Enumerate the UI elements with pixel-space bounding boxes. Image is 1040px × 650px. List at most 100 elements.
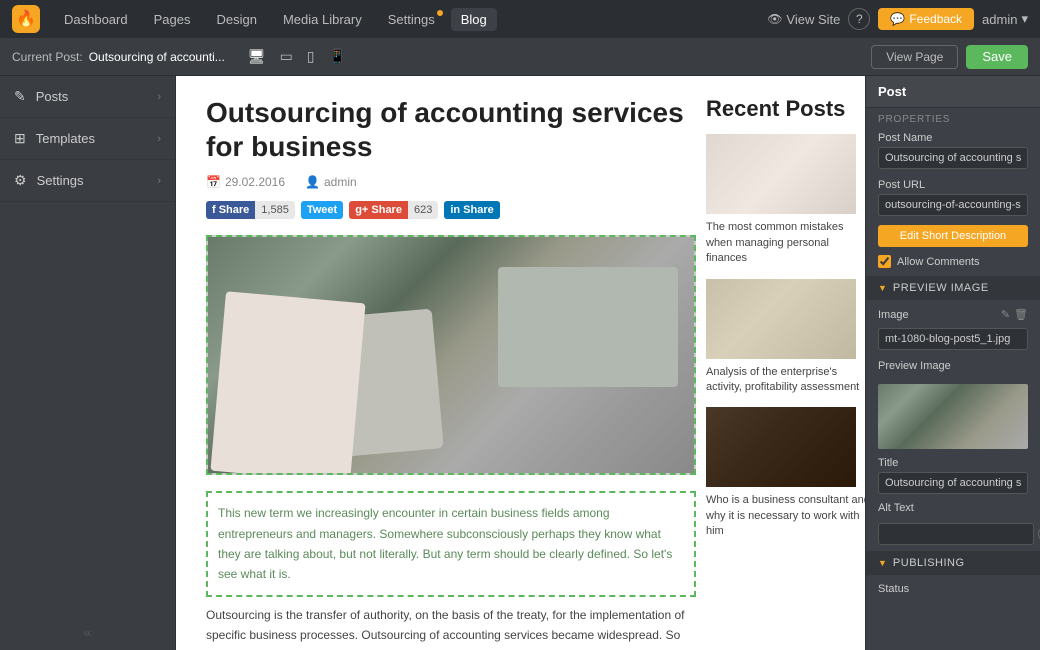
collapse-icon: « [84,624,92,640]
gp-count: 623 [408,201,438,219]
recent-post-text: Analysis of the enterprise's activity, p… [706,365,865,396]
recent-post-image [706,279,856,359]
alt-text-input[interactable] [878,523,1034,545]
twitter-share-button[interactable]: Tweet [301,201,343,219]
tablet-landscape-icon[interactable]: ▭ [277,45,296,68]
alt-text-label: Alt Text [878,502,1028,514]
chevron-right-icon: › [157,91,161,103]
preview-image-toggle[interactable]: ▼ PREVIEW IMAGE [866,276,1040,300]
user-icon: 👤 [305,175,320,189]
sidebar-item-posts[interactable]: ✎ Posts › [0,76,175,118]
publishing-label: PUBLISHING [893,557,965,569]
eye-icon: 👁 [767,12,782,26]
mobile-icon[interactable]: 📱 [326,45,349,68]
right-properties-panel: Post PROPERTIES Post Name Post URL Edit … [865,76,1040,650]
li-label: in Share [444,201,499,219]
templates-icon: ⊞ [14,130,26,147]
tw-label: Tweet [301,201,343,219]
preview-image-thumbnail [878,384,1028,449]
panel-header: Post [866,76,1040,108]
blog-intro-text: This new term we increasingly encounter … [206,491,696,597]
nav-blog[interactable]: Blog [451,8,497,31]
recent-post-text: The most common mistakes when managing p… [706,220,865,266]
edit-image-icon[interactable]: ✎ [1001,308,1010,321]
allow-comments-checkbox[interactable] [878,255,891,268]
edit-short-description-button[interactable]: Edit Short Description [878,225,1028,247]
current-post-title: Outsourcing of accounti... [89,50,225,64]
post-url-label: Post URL [878,179,1028,191]
view-site-button[interactable]: 👁 View Site [767,12,840,27]
device-icons: 🖥 ▭ ▯ 📱 [245,45,349,68]
gp-label: g+ Share [349,201,408,219]
nav-media-library[interactable]: Media Library [273,8,372,31]
facebook-share-button[interactable]: f Share 1,585 [206,201,295,219]
sidebar-item-settings[interactable]: ⚙ Settings › [0,160,175,202]
linkedin-share-button[interactable]: in Share [444,201,499,219]
desktop-icon[interactable]: 🖥 [245,45,269,68]
image-label-row: Image ✎ 🗑 [866,304,1040,323]
alt-text-input-row: ? [866,521,1040,547]
collapse-sidebar-button[interactable]: « [0,614,175,650]
blog-featured-image [206,235,696,475]
list-item: Who is a business consultant and why it … [706,407,865,539]
allow-comments-row: Allow Comments [866,251,1040,272]
chevron-right-icon: › [157,175,161,187]
posts-icon: ✎ [14,88,26,105]
preview-image-section: ▼ PREVIEW IMAGE [866,276,1040,300]
delete-image-icon[interactable]: 🗑 [1014,308,1028,321]
nav-settings[interactable]: Settings [378,8,445,31]
view-page-button[interactable]: View Page [871,45,958,69]
social-share-buttons: f Share 1,585 Tweet g+ Share 623 in Shar… [206,201,696,219]
recent-post-image [706,134,856,214]
sub-navigation: Current Post: Outsourcing of accounti...… [0,38,1040,76]
sidebar-item-label: Posts [36,89,158,104]
notebook-visual [210,291,365,475]
post-name-label: Post Name [878,132,1028,144]
title-input[interactable] [878,472,1028,494]
blog-date: 📅 29.02.2016 [206,175,285,189]
sidebar-item-label: Templates [36,131,158,146]
chevron-right-icon: › [157,133,161,145]
preview-image-label-row: Preview Image [866,355,1040,380]
alt-text-row: Alt Text [866,498,1040,521]
nav-design[interactable]: Design [206,8,266,31]
post-name-row: Post Name [866,127,1040,174]
admin-menu[interactable]: admin ▾ [982,11,1028,27]
list-item: Analysis of the enterprise's activity, p… [706,279,865,396]
sidebar-item-label: Settings [37,173,158,188]
publishing-section: ▼ PUBLISHING [866,551,1040,575]
googleplus-share-button[interactable]: g+ Share 623 [349,201,438,219]
feedback-button[interactable]: 💬 Feedback [878,8,974,30]
preview-image-title: PREVIEW IMAGE [893,282,989,294]
fb-label: f Share [206,201,255,219]
save-button[interactable]: Save [966,45,1028,69]
fb-count: 1,585 [255,201,295,219]
recent-posts-column: Recent Posts The most common mistakes wh… [706,96,865,650]
speech-icon: 💬 [890,12,905,26]
image-filename-input[interactable] [878,328,1028,350]
post-url-input[interactable] [878,194,1028,216]
blog-content-area: Outsourcing of accounting services for b… [176,76,865,650]
recent-posts-title: Recent Posts [706,96,865,122]
help-button[interactable]: ? [848,8,870,30]
chevron-down-icon: ▾ [1021,11,1028,27]
publishing-toggle[interactable]: ▼ PUBLISHING [866,551,1040,575]
sidebar: ✎ Posts › ⊞ Templates › ⚙ Settings › « [0,76,176,650]
tablet-portrait-icon[interactable]: ▯ [304,45,318,68]
title-row: Title [866,453,1040,498]
blog-image-placeholder [208,237,696,475]
nav-pages[interactable]: Pages [144,8,201,31]
recent-post-image [706,407,856,487]
blog-body-text: Outsourcing is the transfer of authority… [206,605,696,650]
sidebar-item-templates[interactable]: ⊞ Templates › [0,118,175,160]
current-post-label: Current Post: [12,50,83,64]
post-url-row: Post URL [866,174,1040,221]
keyboard-visual [498,267,678,387]
preview-image-label: Preview Image [878,360,1028,372]
list-item: The most common mistakes when managing p… [706,134,865,266]
nav-dashboard[interactable]: Dashboard [54,8,138,31]
image-label: Image [878,309,909,321]
properties-section-label: PROPERTIES [866,108,1040,127]
post-name-input[interactable] [878,147,1028,169]
app-logo: 🔥 [12,5,40,33]
